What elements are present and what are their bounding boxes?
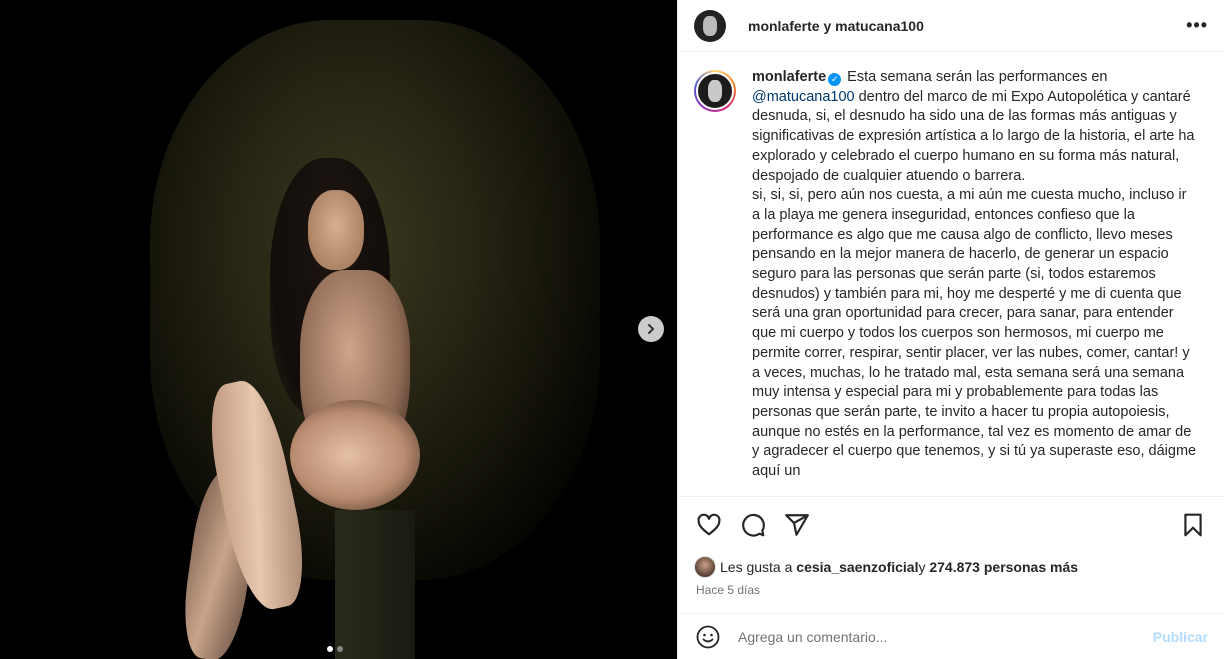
avatar <box>696 72 734 110</box>
likes-middle: y <box>918 559 926 575</box>
likes-summary: Les gusta a cesia_saenzoficial y 274.873… <box>694 556 1208 578</box>
caption-text-paragraph-2: si, si, si, pero aún nos cuesta, a mi aú… <box>752 187 1197 480</box>
emoji-button[interactable] <box>694 623 722 651</box>
post-header: monlaferte y matucana100 ••• <box>678 0 1224 52</box>
likes-prefix: Les gusta a <box>720 559 793 575</box>
comment-composer: Publicar <box>678 613 1224 659</box>
avatar[interactable] <box>694 556 716 578</box>
send-icon <box>785 513 809 536</box>
post-timestamp[interactable]: Hace 5 días <box>696 583 760 597</box>
more-horizontal-icon[interactable]: ••• <box>1186 15 1208 36</box>
likes-count[interactable]: 274.873 personas más <box>929 559 1078 575</box>
emoji-icon <box>696 625 720 648</box>
bookmark-icon <box>1184 513 1202 536</box>
caption-username[interactable]: monlaferte <box>752 69 826 85</box>
chevron-right-icon <box>648 324 655 334</box>
comment-icon <box>742 513 765 537</box>
heart-icon <box>697 513 721 535</box>
post-comment-button[interactable]: Publicar <box>1153 629 1208 645</box>
photo-box <box>335 510 415 659</box>
action-bar <box>678 496 1224 552</box>
caption-mention[interactable]: @matucana100 <box>752 89 855 105</box>
post-details-panel: monlaferte y matucana100 ••• monlaferte ✓… <box>677 0 1224 659</box>
photo-hip <box>290 400 420 510</box>
comment-button[interactable] <box>738 510 768 540</box>
comment-input[interactable] <box>738 628 1145 645</box>
carousel-dots <box>327 646 343 652</box>
share-button[interactable] <box>782 510 812 540</box>
liker-username[interactable]: cesia_saenzoficial <box>796 559 918 575</box>
avatar[interactable] <box>694 9 726 42</box>
verified-badge-icon: ✓ <box>828 73 842 86</box>
post-authors[interactable]: monlaferte y matucana100 <box>748 18 924 34</box>
caption-text-intro: Esta semana serán las performances en <box>847 69 1108 85</box>
carousel-next-button[interactable] <box>638 316 664 342</box>
post-media[interactable] <box>0 0 677 659</box>
carousel-dot <box>337 646 343 652</box>
caption-section: monlaferte ✓ Esta semana serán las perfor… <box>678 52 1224 496</box>
carousel-dot-active <box>327 646 333 652</box>
save-button[interactable] <box>1178 510 1208 540</box>
post-caption: monlaferte ✓ Esta semana serán las perfor… <box>752 68 1197 496</box>
story-ring-avatar[interactable] <box>694 70 736 112</box>
photo-face <box>308 190 364 270</box>
like-button[interactable] <box>694 510 724 540</box>
